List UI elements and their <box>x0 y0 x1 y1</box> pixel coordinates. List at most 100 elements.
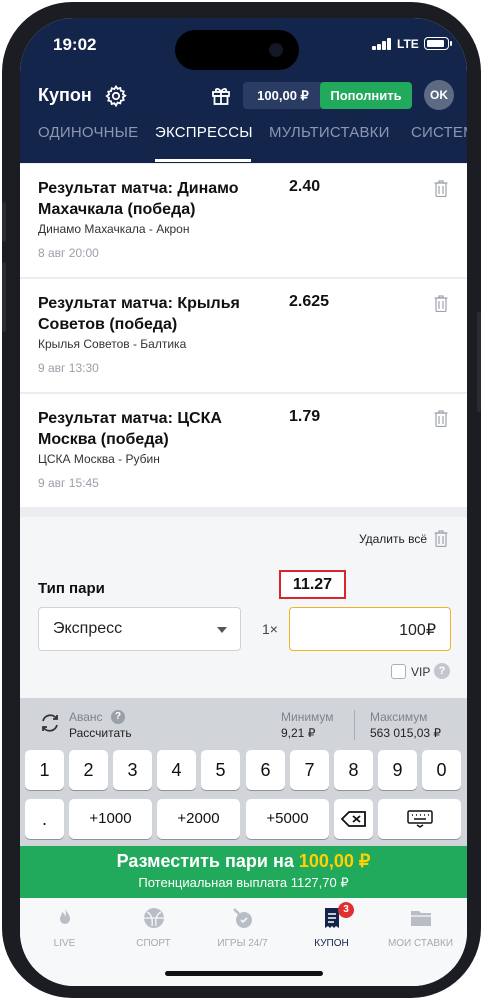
quick-add-1000[interactable]: +1000 <box>69 799 152 839</box>
place-bet-title: Разместить пари на 100,00 ₽ <box>116 851 371 871</box>
signal-icon <box>372 38 394 50</box>
bet-title: Результат матча: ЦСКА Москва (победа) <box>38 410 222 448</box>
quick-add-5000[interactable]: +5000 <box>246 799 329 839</box>
potential-payout: Потенциальная выплата 1127,70 ₽ <box>138 875 349 890</box>
bet-date: 9 авг 13:30 <box>38 361 99 375</box>
trash-icon[interactable] <box>434 295 448 312</box>
quick-add-2000[interactable]: +2000 <box>157 799 240 839</box>
stake-input[interactable]: 100₽ <box>289 607 451 651</box>
keyboard-icon <box>406 810 433 828</box>
min-value[interactable]: 9,21 ₽ <box>281 726 315 740</box>
tab-express[interactable]: ЭКСПРЕССЫ <box>155 124 253 141</box>
trash-icon[interactable] <box>434 180 448 197</box>
backspace-key[interactable] <box>334 799 373 839</box>
tab-systems[interactable]: СИСТЕМ <box>411 124 467 141</box>
bet-card: Результат матча: ЦСКА Москва (победа) 1.… <box>20 394 467 507</box>
max-label: Максимум <box>370 710 428 724</box>
ball-icon <box>143 908 164 928</box>
coupon-content: Результат матча: Динамо Махачкала (побед… <box>20 163 467 698</box>
key-6[interactable]: 6 <box>246 750 285 790</box>
home-indicator <box>165 971 323 976</box>
trash-icon[interactable] <box>434 410 448 427</box>
bet-type-select[interactable]: Экспресс <box>38 607 241 651</box>
key-5[interactable]: 5 <box>201 750 240 790</box>
key-2[interactable]: 2 <box>69 750 108 790</box>
bet-teams: ЦСКА Москва - Рубин <box>38 452 160 466</box>
bet-teams: Динамо Махачкала - Акрон <box>38 222 190 236</box>
network-type: LTE <box>397 37 419 51</box>
dynamic-island <box>175 30 299 70</box>
stake-value: 100₽ <box>399 622 436 639</box>
bet-odd: 2.40 <box>289 178 321 195</box>
volume-up-button <box>2 202 6 242</box>
help-icon[interactable]: ? <box>111 710 125 724</box>
fire-icon <box>59 908 70 924</box>
balance-display[interactable]: 100,00 ₽ <box>243 82 323 109</box>
delete-all-button[interactable]: Удалить всё <box>359 532 427 546</box>
bet-title: Результат матча: Крылья Советов (победа) <box>38 295 240 333</box>
folder-icon <box>410 911 431 926</box>
phone-frame: 19:02 LTE Купон 100,00 ₽ Пополнить OK ОД… <box>2 2 481 998</box>
key-0[interactable]: 0 <box>422 750 461 790</box>
gift-icon[interactable] <box>210 84 232 106</box>
total-odd: 11.27 <box>279 570 346 599</box>
hide-keyboard-key[interactable] <box>378 799 461 839</box>
battery-icon <box>424 37 452 50</box>
max-value[interactable]: 563 015,03 ₽ <box>370 726 441 740</box>
app-header: 19:02 LTE Купон 100,00 ₽ Пополнить OK ОД… <box>20 18 467 163</box>
nav-item-coupon[interactable]: 3 КУПОН <box>287 902 376 949</box>
nav-item-games[interactable]: ИГРЫ 24/7 <box>198 906 287 949</box>
nav-item-my-bets[interactable]: МОИ СТАВКИ <box>376 906 465 949</box>
advance-label: Аванс <box>69 710 103 724</box>
volume-down-button <box>2 262 6 332</box>
key-7[interactable]: 7 <box>290 750 329 790</box>
key-4[interactable]: 4 <box>157 750 196 790</box>
bet-date: 8 авг 20:00 <box>38 246 99 260</box>
chevron-down-icon <box>217 627 227 633</box>
key-1[interactable]: 1 <box>25 750 64 790</box>
delete-all-bar[interactable]: Удалить всё <box>20 517 467 561</box>
vip-checkbox[interactable] <box>391 664 406 679</box>
nav-item-sport[interactable]: СПОРТ <box>109 906 198 949</box>
bet-type-value: Экспресс <box>53 620 123 637</box>
bet-type-label: Тип пари <box>38 580 105 597</box>
bet-settings-panel: Тип пари 11.27 Экспресс 1× 100₽ VIP ? <box>20 561 467 698</box>
tab-multibets[interactable]: МУЛЬТИСТАВКИ <box>269 124 390 141</box>
bet-teams: Крылья Советов - Балтика <box>38 337 187 351</box>
multiplier: 1× <box>262 621 278 637</box>
bet-date: 9 авг 15:45 <box>38 476 99 490</box>
gear-icon[interactable] <box>104 84 128 108</box>
key-9[interactable]: 9 <box>378 750 417 790</box>
calculate-button[interactable]: Рассчитать <box>69 726 132 740</box>
place-bet-button[interactable]: Разместить пари на 100,00 ₽ Потенциальна… <box>20 846 467 898</box>
numeric-keyboard: Аванс ? Рассчитать Минимум 9,21 ₽ Максим… <box>20 698 467 846</box>
place-bet-amount: 100,00 ₽ <box>298 851 371 871</box>
bet-odd: 2.625 <box>289 293 330 310</box>
page-title: Купон <box>38 85 92 105</box>
games-icon <box>232 908 252 928</box>
help-icon[interactable]: ? <box>434 663 450 679</box>
bet-card: Результат матча: Динамо Махачкала (побед… <box>20 164 467 277</box>
bet-title: Результат матча: Динамо Махачкала (побед… <box>38 180 239 218</box>
backspace-icon <box>340 811 366 827</box>
nav-item-live[interactable]: LIVE <box>20 906 109 949</box>
key-decimal[interactable]: . <box>25 799 64 839</box>
status-time: 19:02 <box>53 35 97 54</box>
bet-type-tabs: ОДИНОЧНЫЕ ЭКСПРЕССЫ МУЛЬТИСТАВКИ СИСТЕМ <box>20 124 467 163</box>
topup-button[interactable]: Пополнить <box>320 82 412 109</box>
screen: 19:02 LTE Купон 100,00 ₽ Пополнить OK ОД… <box>20 18 467 986</box>
bet-odd: 1.79 <box>289 408 321 425</box>
trash-icon[interactable] <box>434 530 448 547</box>
refresh-icon[interactable] <box>39 712 61 734</box>
avatar[interactable]: OK <box>424 80 454 110</box>
min-label: Минимум <box>281 710 334 724</box>
key-3[interactable]: 3 <box>113 750 152 790</box>
active-tab-indicator <box>155 159 251 162</box>
bet-card: Результат матча: Крылья Советов (победа)… <box>20 279 467 392</box>
coupon-count-badge: 3 <box>338 902 354 918</box>
vip-label: VIP <box>411 665 431 679</box>
key-8[interactable]: 8 <box>334 750 373 790</box>
power-button <box>477 312 481 412</box>
divider <box>354 710 355 740</box>
tab-singles[interactable]: ОДИНОЧНЫЕ <box>38 124 138 141</box>
